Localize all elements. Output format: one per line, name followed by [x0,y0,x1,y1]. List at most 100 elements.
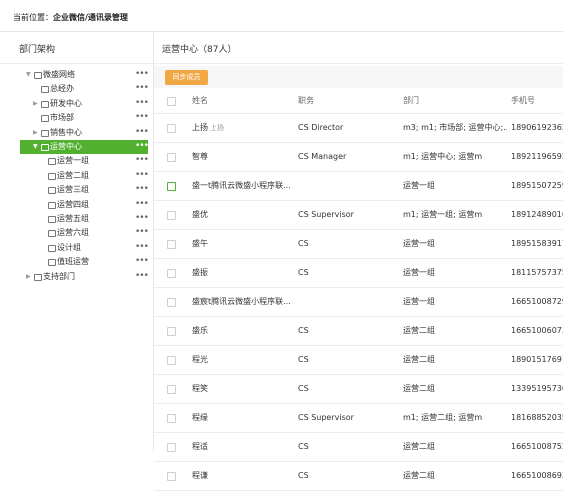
tree-item[interactable]: ▶ 销售中心 ••• [0,126,153,140]
caret-right-icon[interactable]: ▶ [33,126,38,140]
table-row[interactable]: 程适 CS 运营二组 16651008752 [154,433,563,462]
caret-right-icon[interactable]: ▶ [26,270,31,284]
member-department: 运营二组 [403,442,435,451]
tree-item-label: 运营三组 [57,185,89,195]
table-row[interactable]: 盛一t腾讯云微盛小程序联... 运营一组 18951507259 [154,172,563,201]
tree-item[interactable]: 值班运营 ••• [0,255,153,269]
more-options-icon[interactable]: ••• [135,81,149,95]
more-options-icon[interactable]: ••• [135,96,149,110]
member-position: CS Supervisor [298,413,354,422]
row-checkbox[interactable] [167,153,176,162]
more-options-icon[interactable]: ••• [135,168,149,182]
member-name-cell: 智尊 [192,143,292,171]
more-options-icon[interactable]: ••• [135,211,149,225]
tree-item[interactable]: 运营五组 ••• [0,212,153,226]
caret-right-icon[interactable]: ▶ [33,97,38,111]
table-row[interactable]: 程谦 CS 运营二组 16651008693 [154,462,563,491]
member-name-cell: 程谦 [192,462,292,490]
tree-item[interactable]: 总经办 ••• [0,82,153,96]
row-checkbox[interactable] [167,124,176,133]
member-name: 盛午 [192,239,208,248]
member-department: m1; 运营中心; 运营m [403,152,483,161]
member-department: 运营一组 [403,297,435,306]
tree-item[interactable]: 运营三组 ••• [0,183,153,197]
table-row[interactable]: 盛优 CS Supervisor m1; 运营一组; 运营m 18912489016 [154,201,563,230]
row-checkbox[interactable] [167,182,176,191]
member-position: CS [298,384,309,393]
row-checkbox[interactable] [167,240,176,249]
table-row[interactable]: 上扬 上扬 CS Director m3; m1; 市场部; 运营中心;... 1890… [154,114,563,143]
row-checkbox[interactable] [167,327,176,336]
table-row[interactable]: 程笑 CS 运营二组 13395195730 [154,375,563,404]
member-phone: 18921196592 [511,152,563,161]
breadcrumb: 当前位置：企业微信/通讯录管理 [13,12,128,23]
member-name: 智尊 [192,152,208,161]
row-checkbox[interactable] [167,443,176,452]
tree-item-label: 值班运营 [57,257,89,267]
breadcrumb-path[interactable]: 企业微信/通讯录管理 [53,13,128,22]
more-options-icon[interactable]: ••• [135,240,149,254]
tree-item[interactable]: ▼ 微盛网络 ••• [0,68,153,82]
more-options-icon[interactable]: ••• [135,182,149,196]
tree-item[interactable]: 运营一组 ••• [0,154,153,168]
tree-item[interactable]: 运营四组 ••• [0,198,153,212]
member-phone: 16651008729 [511,297,563,306]
more-options-icon[interactable]: ••• [135,153,149,167]
table-row[interactable]: 程缘 CS Supervisor m1; 运营二组; 运营m 18168852035 [154,404,563,433]
table-row[interactable]: 盛午 CS 运营一组 18951583917 [154,230,563,259]
table-row[interactable]: 盛振 CS 运营一组 18115757375 [154,259,563,288]
member-phone: 18912489016 [511,210,563,219]
member-phone: 16651008752 [511,442,563,451]
tree-item-label: 市场部 [50,113,74,123]
row-checkbox[interactable] [167,211,176,220]
more-options-icon[interactable]: ••• [135,269,149,283]
row-checkbox[interactable] [167,298,176,307]
sync-members-button[interactable]: 同步成员 [165,70,208,85]
more-options-icon[interactable]: ••• [135,110,149,124]
more-options-icon[interactable]: ••• [135,139,149,153]
member-position: CS [298,268,309,277]
folder-icon [48,158,56,166]
tree-item[interactable]: ▶ 支持部门 ••• [0,270,153,284]
column-header-name: 姓名 [192,96,208,105]
member-department: 运营一组 [403,239,435,248]
more-options-icon[interactable]: ••• [135,125,149,139]
member-phone: 18168852035 [511,413,563,422]
tree-item[interactable]: 市场部 ••• [0,111,153,125]
tree-item[interactable]: ▼ 运营中心 ••• [20,139,149,154]
row-checkbox[interactable] [167,269,176,278]
member-name-cell: 盛乐 [192,317,292,345]
select-all-checkbox[interactable] [167,97,176,106]
table-row[interactable]: 程光 CS 运营二组 18901517691 [154,346,563,375]
tree-item[interactable]: 运营二组 ••• [0,169,153,183]
more-options-icon[interactable]: ••• [135,254,149,268]
top-bar: 当前位置：企业微信/通讯录管理 [0,0,563,30]
table-row[interactable]: 盛宸t腾讯云微盛小程序联... 运营一组 16651008729 [154,288,563,317]
folder-icon [48,201,56,209]
row-checkbox[interactable] [167,414,176,423]
row-checkbox[interactable] [167,356,176,365]
folder-icon [41,144,49,151]
folder-icon [34,273,42,281]
caret-down-icon[interactable]: ▼ [33,140,38,154]
caret-down-icon[interactable]: ▼ [26,68,31,82]
tree-item[interactable]: 运营六组 ••• [0,226,153,240]
tree-item[interactable]: 设计组 ••• [0,241,153,255]
member-department: 运营二组 [403,471,435,480]
member-name-cell: 盛优 [192,201,292,229]
more-options-icon[interactable]: ••• [135,225,149,239]
tree-item-label: 总经办 [50,84,74,94]
row-checkbox[interactable] [167,385,176,394]
tree-item-label: 运营四组 [57,199,89,209]
member-name: 程谦 [192,471,208,480]
member-name-cell: 程适 [192,433,292,461]
table-row[interactable]: 智尊 CS Manager m1; 运营中心; 运营m 18921196592 [154,143,563,172]
more-options-icon[interactable]: ••• [135,197,149,211]
main-frame: 部门架构 ▼ 微盛网络 ••• 总经办 ••• ▶ 研发中心 ••• 市场部 ••• ▶ 销售中心 ••… [0,31,563,491]
table-row[interactable]: 盛乐 CS 运营二组 16651006073 [154,317,563,346]
more-options-icon[interactable]: ••• [135,67,149,81]
member-department: 运营一组 [403,268,435,277]
row-checkbox[interactable] [167,472,176,481]
member-phone: 18906192362 [511,123,563,132]
tree-item[interactable]: ▶ 研发中心 ••• [0,97,153,111]
